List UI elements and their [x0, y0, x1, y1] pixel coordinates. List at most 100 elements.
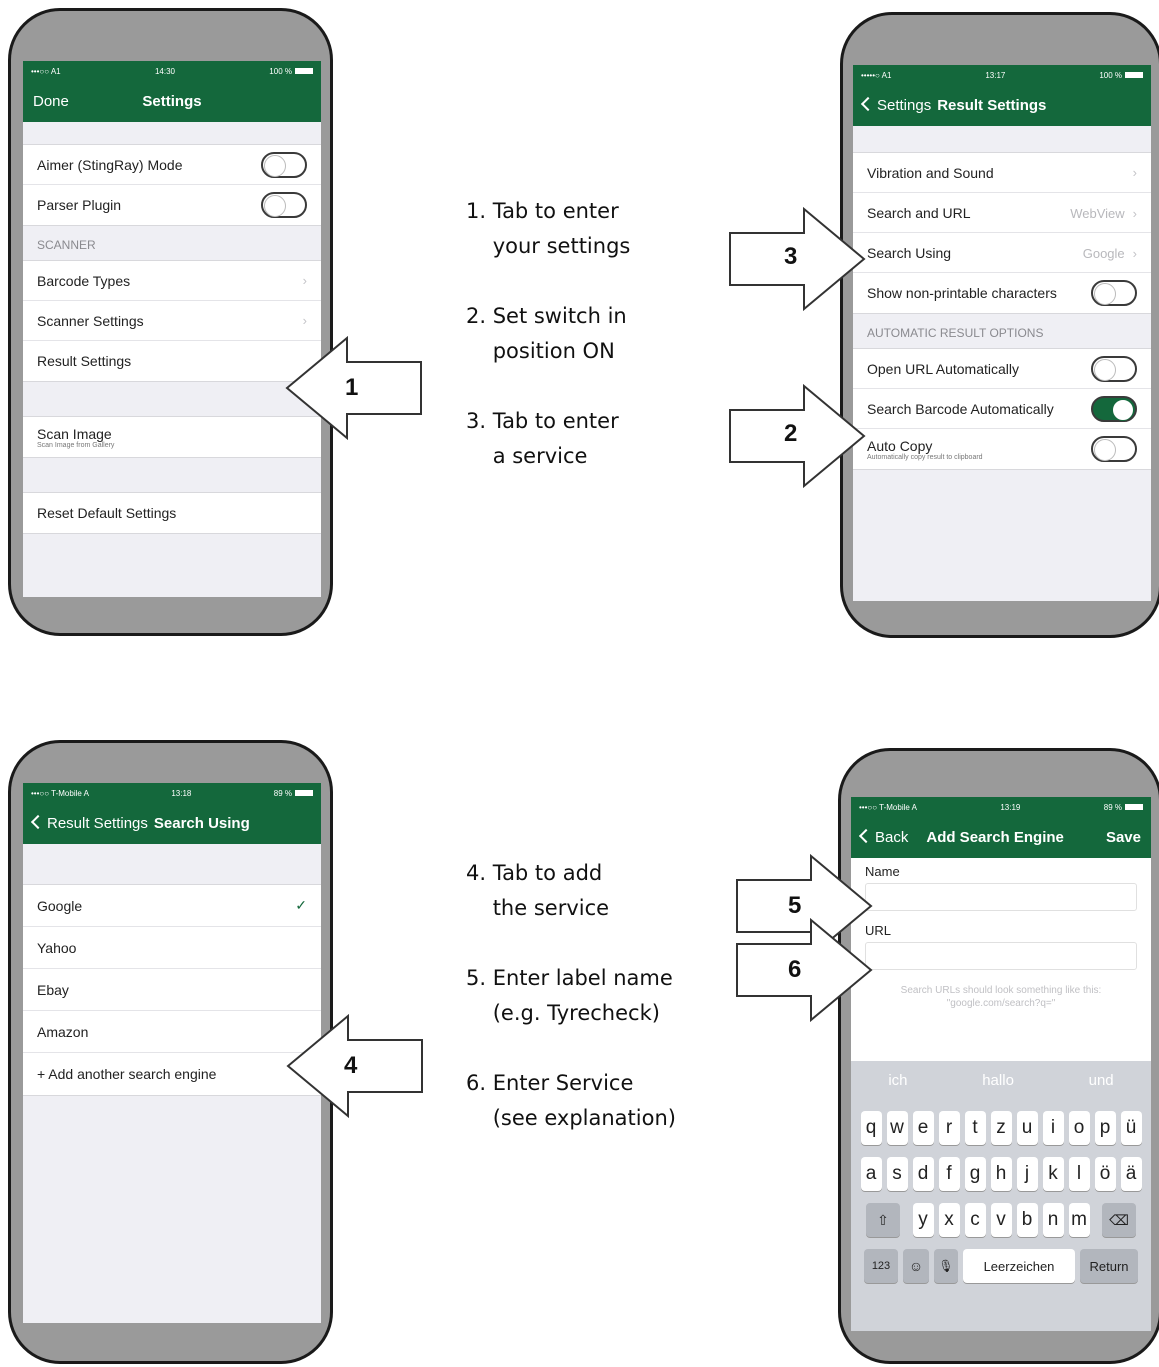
key[interactable]: v [990, 1203, 1012, 1237]
time: 13:17 [985, 70, 1006, 80]
key[interactable]: c [964, 1203, 986, 1237]
arrow-number: 5 [788, 892, 802, 919]
phone-add-search-engine: •••○○ T-Mobile A 13:19 89 % Back Add Sear… [838, 748, 1159, 1364]
nav-bar: Done Settings [23, 81, 321, 122]
chevron-right-icon: › [1132, 165, 1137, 180]
row-vibration-sound[interactable]: Vibration and Sound › [853, 153, 1151, 193]
row-label: Reset Default Settings [37, 505, 177, 521]
row-search-url[interactable]: Search and URL WebView › [853, 193, 1151, 233]
name-input[interactable] [865, 883, 1137, 911]
row-scan-image[interactable]: Scan Image Scan Image from Gallery [23, 417, 321, 457]
screen-search-using: •••○○ T-Mobile A 13:18 89 % Result Setti… [23, 783, 321, 1323]
callout-arrow-4: 4 [286, 1014, 426, 1118]
key[interactable]: f [938, 1157, 960, 1191]
time: 13:19 [1000, 802, 1021, 812]
screen-add-search-engine: •••○○ T-Mobile A 13:19 89 % Back Add Sear… [851, 797, 1151, 1331]
key[interactable]: p [1094, 1111, 1116, 1145]
key[interactable]: h [990, 1157, 1012, 1191]
parser-plugin-toggle[interactable] [261, 192, 307, 218]
shift-key-icon[interactable]: ⇧ [866, 1203, 900, 1237]
arrow-number: 1 [345, 374, 359, 401]
key[interactable]: e [912, 1111, 934, 1145]
key[interactable]: b [1016, 1203, 1038, 1237]
key-row-1: q w e r t z u i o p ü [851, 1111, 1151, 1145]
battery: 89 % [1104, 803, 1143, 812]
row-label: Search and URL [867, 204, 971, 221]
row-add-search-engine[interactable]: + Add another search engine [23, 1053, 321, 1095]
key[interactable]: k [1042, 1157, 1064, 1191]
result-group: Vibration and Sound › Search and URL WebVi… [853, 152, 1151, 314]
battery-icon [1124, 804, 1143, 811]
back-button[interactable]: Result Settings Search Using [30, 814, 250, 832]
battery-icon [294, 790, 313, 797]
row-label: + Add another search engine [37, 1066, 217, 1082]
key[interactable]: i [1042, 1111, 1064, 1145]
key-row-2: a s d f g h j k l ö ä [851, 1157, 1151, 1191]
auto-copy-toggle[interactable] [1091, 436, 1137, 462]
suggestion[interactable]: und [1089, 1072, 1114, 1089]
row-barcode-types[interactable]: Barcode Types › [23, 261, 321, 301]
delete-key-icon[interactable]: ⌫ [1102, 1203, 1136, 1237]
row-value: Google [1082, 245, 1125, 261]
carrier: •••○○ T-Mobile A [859, 802, 917, 812]
instructions-top: 1. Tab to enter your settings 2. Set swi… [466, 199, 631, 468]
row-label: Amazon [37, 1023, 89, 1040]
key[interactable]: m [1068, 1203, 1090, 1237]
row-search-using[interactable]: Search Using Google › [853, 233, 1151, 273]
search-barcode-toggle[interactable] [1091, 395, 1137, 422]
key[interactable]: r [938, 1111, 960, 1145]
key[interactable]: t [964, 1111, 986, 1145]
key[interactable]: o [1068, 1111, 1090, 1145]
key[interactable]: a [860, 1157, 882, 1191]
chevron-left-icon [860, 96, 876, 112]
callout-arrow-6: 6 [733, 918, 873, 1022]
key[interactable]: g [964, 1157, 986, 1191]
microphone-key-icon[interactable]: 🎙 [934, 1249, 958, 1283]
row-amazon[interactable]: Amazon [23, 1011, 321, 1053]
suggestion[interactable]: hallo [982, 1072, 1014, 1089]
section-automatic-options: AUTOMATIC RESULT OPTIONS [867, 326, 1044, 340]
url-input[interactable] [865, 942, 1137, 970]
return-key[interactable]: Return [1080, 1249, 1138, 1283]
row-show-nonprintable: Show non-printable characters [853, 273, 1151, 313]
key[interactable]: l [1068, 1157, 1090, 1191]
key[interactable]: w [886, 1111, 908, 1145]
key[interactable]: u [1016, 1111, 1038, 1145]
row-label: Auto Copy [867, 437, 933, 454]
show-nonprintable-toggle[interactable] [1091, 280, 1137, 306]
row-ebay[interactable]: Ebay [23, 969, 321, 1011]
key[interactable]: y [912, 1203, 934, 1237]
key[interactable]: ä [1120, 1157, 1142, 1191]
back-button[interactable]: Settings Result Settings [860, 96, 1046, 114]
key[interactable]: q [860, 1111, 882, 1145]
emoji-key-icon[interactable]: ☺ [903, 1249, 929, 1283]
row-value: WebView [1070, 205, 1125, 221]
suggestion[interactable]: ich [888, 1072, 907, 1089]
back-button[interactable]: Back Add Search Engine [858, 828, 1064, 846]
space-key[interactable]: Leerzeichen [963, 1249, 1075, 1283]
row-yahoo[interactable]: Yahoo [23, 927, 321, 969]
row-label: Search Using [867, 244, 952, 261]
row-google[interactable]: Google ✓ [23, 885, 321, 927]
battery-icon [294, 68, 313, 75]
page-title: Add Search Engine [926, 829, 1064, 846]
key[interactable]: z [990, 1111, 1012, 1145]
aimer-mode-toggle[interactable] [261, 151, 307, 178]
key[interactable]: d [912, 1157, 934, 1191]
key[interactable]: n [1042, 1203, 1064, 1237]
key[interactable]: j [1016, 1157, 1038, 1191]
save-button[interactable]: Save [1106, 829, 1141, 846]
key[interactable]: ö [1094, 1157, 1116, 1191]
key[interactable]: s [886, 1157, 908, 1191]
key[interactable]: x [938, 1203, 960, 1237]
row-label: Search Barcode Automatically [867, 400, 1054, 417]
numbers-key[interactable]: 123 [864, 1249, 898, 1283]
suggestion-bar: ich hallo und [851, 1061, 1151, 1099]
open-url-toggle[interactable] [1091, 355, 1137, 382]
row-label: Open URL Automatically [867, 360, 1019, 377]
row-result-settings[interactable]: Result Settings [23, 341, 321, 381]
chevron-right-icon: › [302, 273, 307, 288]
row-scanner-settings[interactable]: Scanner Settings › [23, 301, 321, 341]
row-reset-defaults[interactable]: Reset Default Settings [23, 493, 321, 533]
key[interactable]: ü [1120, 1111, 1142, 1145]
